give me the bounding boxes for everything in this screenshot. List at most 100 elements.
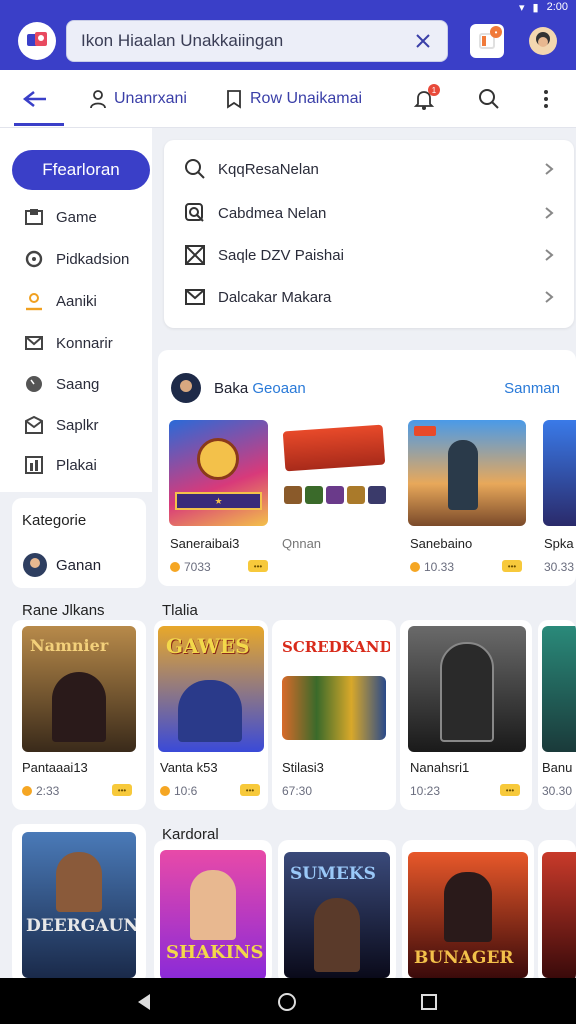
search-text: Ikon Hiaalan Unakkaiingan [81,31,284,50]
game-card[interactable]: SHAKINS [154,840,272,984]
zoom-icon [185,203,204,222]
game-thumbnail[interactable] [280,420,388,526]
menu-item[interactable]: KqqResaNelan [184,154,554,184]
game-thumbnail: GAWES [158,626,264,752]
sidebar-item-aaniki[interactable]: Aaniki [24,290,97,312]
sidebar-item-saang[interactable]: Saang [24,373,99,395]
menu-item-label: KqqResaNelan [218,160,319,178]
author-highlight[interactable]: Geoaan [252,380,305,397]
game-card[interactable]: DEERGAUN [12,824,146,984]
featured-card: Baka Geoaan Sanman ★ Saneraibai3 7033 ••… [158,350,576,586]
chevron-right-icon [545,249,554,261]
tab-bookmarks[interactable]: Row Unaikamai [224,70,362,128]
game-meta-value: 30.33 [544,560,575,574]
sidebar-primary-button[interactable]: Ffearloran [12,150,150,190]
sidebar-item-label: Plakai [56,456,97,474]
tab-bookmarks-label: Row Unaikamai [250,90,363,107]
chart-icon [25,456,43,474]
badge [414,426,436,436]
game-art-title: GAWES [166,634,250,658]
soldier-art [448,440,478,510]
user-icon [26,293,42,311]
menu-item[interactable]: Cabdmea Nelan [184,198,554,228]
recents-square-icon[interactable] [420,993,438,1011]
app-logo[interactable] [18,22,56,60]
sidebar-item-konnarir[interactable]: Konnarir [24,332,113,354]
avatar[interactable] [526,24,560,58]
coin-icon [170,562,180,572]
author-name: Baka [214,380,249,397]
game-thumbnail [542,852,576,978]
game-card[interactable]: BUNAGER [402,840,534,984]
crossbox-icon [185,245,205,265]
mail-icon [25,336,43,350]
author-avatar[interactable] [170,372,202,404]
status-time: 2:00 [546,1,568,13]
sidebar-item-saplkr[interactable]: Saplkr [24,414,99,436]
game-thumbnail[interactable] [543,420,576,526]
game-art-title: BUNAGER [414,948,514,968]
game-card[interactable]: Namnier Pantaaai13 2:33 ••• [12,620,146,810]
character-art [52,672,106,742]
game-meta: 10:6 [160,784,197,798]
search-input[interactable]: Ikon Hiaalan Unakkaiingan [66,20,448,62]
rating-pill: ••• [240,784,260,796]
game-card[interactable]: Banu 30.30 [538,620,576,810]
menu-item-label: Dalcakar Makara [218,288,332,306]
search-button[interactable] [478,70,500,128]
sidebar-item-label: Aaniki [56,292,97,310]
bookmark-icon [227,90,241,109]
game-thumbnail[interactable]: ★ [169,420,268,526]
chevron-right-icon [545,291,554,303]
notification-button[interactable]: 1 [412,70,440,128]
close-icon[interactable] [413,31,433,51]
game-art-title: DEERGAUN [26,916,136,936]
game-thumbnail [408,626,526,752]
game-thumbnail [542,626,576,752]
game-card[interactable]: SUMEKS [278,840,396,984]
see-all-link[interactable]: Sanman [504,380,560,397]
game-card[interactable]: Nanahsri1 10:23 ••• [400,620,532,810]
game-art-title: SHAKINS [166,942,264,963]
cart-badge: • [490,26,502,38]
character-art [178,680,242,742]
character-art [314,898,360,972]
game-meta-value: 7033 [184,560,211,574]
game-title: Pantaaai13 [22,760,88,775]
user-avatar [23,553,47,577]
category-user[interactable]: Ganan [22,552,101,578]
sidebar-item-game[interactable]: Game [24,206,97,228]
avatar-strip [284,486,386,504]
more-button[interactable] [540,70,552,128]
sidebar-item-label: Saplkr [56,416,99,434]
character-art [56,852,102,912]
game-meta-value: 30.30 [542,784,573,798]
app-bar: ▾ ▮ 2:00 Ikon Hiaalan Unakkaiingan • [0,0,576,70]
game-meta-value: 10:23 [410,784,441,798]
game-thumbnail[interactable] [408,420,526,526]
game-card[interactable] [538,840,576,984]
game-title: Nanahsri1 [410,760,470,775]
sidebar-item-label: Konnarir [56,334,113,352]
game-meta: 67:30 [282,784,312,798]
soldier-art [440,642,494,742]
menu-item[interactable]: Dalcakar Makara [184,282,554,312]
sidebar-item-pidkadsion[interactable]: Pidkadsion [24,248,129,270]
game-title: Banu [542,760,573,775]
sidebar-item-label: Saang [56,375,100,393]
game-thumbnail: SUMEKS [284,852,390,978]
game-card[interactable]: GAWES Vanta k53 10:6 ••• [154,620,268,810]
game-card[interactable]: SCREDKAND Stilasi3 67:30 [272,620,396,810]
game-thumbnail: BUNAGER [408,852,528,978]
sidebar-item-plakai[interactable]: Plakai [24,454,97,476]
game-meta-value: 67:30 [282,784,313,798]
game-thumbnail: SCREDKAND [278,626,390,752]
tab-profile[interactable]: Unanrxani [88,70,187,128]
active-indicator [14,123,64,126]
cart-icon[interactable]: • [470,24,504,58]
back-button[interactable] [22,70,48,128]
back-triangle-icon[interactable] [136,993,152,1011]
tab-profile-label: Unanrxani [114,90,187,107]
menu-item[interactable]: Saqle DZV Paishai [184,240,554,270]
home-circle-icon[interactable] [277,992,297,1012]
